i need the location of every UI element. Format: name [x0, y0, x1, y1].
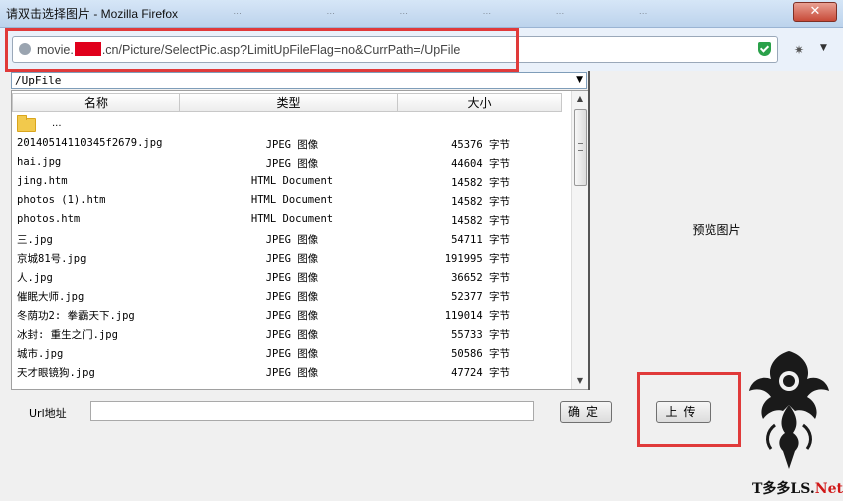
file-row[interactable]: 天才眼镜狗.jpg JPEG 图像 47724 字节: [12, 362, 574, 381]
file-type: HTML Document: [250, 175, 334, 187]
file-size: 45376 字节: [451, 139, 510, 151]
watermark-text-mid: 多多LS.: [762, 481, 815, 497]
file-type: JPEG 图像: [265, 272, 319, 284]
file-name: hai.jpg: [17, 156, 62, 168]
file-type: JPEG 图像: [265, 253, 319, 265]
folder-icon: [17, 115, 36, 132]
path-select-value: /UpFile: [15, 74, 62, 87]
file-size: 55733 字节: [451, 329, 510, 341]
file-type: JPEG 图像: [265, 367, 319, 379]
file-name: 催眠大师.jpg: [17, 291, 85, 303]
file-type: JPEG 图像: [265, 158, 319, 170]
background-tab[interactable]: …: [326, 6, 386, 18]
column-header-type[interactable]: 类型: [179, 93, 398, 112]
background-tabs: … … … … … … …: [160, 6, 750, 20]
globe-icon: [19, 43, 31, 55]
parent-folder-label: ...: [52, 118, 62, 129]
url-address-label: Url地址: [29, 407, 67, 420]
file-size: 119014 字节: [444, 310, 510, 322]
file-name: 20140514110345f2679.jpg: [17, 137, 163, 149]
url-suffix: .cn/Picture/SelectPic.asp?LimitUpFileFla…: [101, 43, 461, 57]
file-type: JPEG 图像: [265, 234, 319, 246]
file-type: JPEG 图像: [265, 139, 319, 151]
file-list-header: 名称 类型 大小: [12, 93, 574, 112]
file-row[interactable]: jing.htm HTML Document 14582 字节: [12, 172, 574, 191]
file-type: JPEG 图像: [265, 310, 319, 322]
file-row[interactable]: 催眠大师.jpg JPEG 图像 52377 字节: [12, 286, 574, 305]
file-row[interactable]: hai.jpg JPEG 图像 44604 字节: [12, 153, 574, 172]
url-prefix: movie.: [37, 43, 74, 57]
chevron-down-icon[interactable]: ▼: [820, 43, 827, 53]
file-type: JPEG 图像: [265, 329, 319, 341]
column-header-size[interactable]: 大小: [397, 93, 562, 112]
redacted-domain: [74, 42, 101, 56]
preview-pane: 预览图片: [588, 71, 843, 390]
background-tab[interactable]: …: [639, 6, 699, 18]
watermark-text: T多多LS.Net: [752, 478, 843, 498]
file-row[interactable]: 三.jpg JPEG 图像 54711 字节: [12, 229, 574, 248]
background-tab[interactable]: …: [399, 6, 469, 18]
file-name: 冬荫功2: 拳霸天下.jpg: [17, 310, 135, 322]
file-size: 14582 字节: [451, 177, 510, 189]
window-titlebar: 请双击选择图片 - Mozilla Firefox … … … … … … … …: [0, 0, 843, 28]
preview-label: 预览图片: [692, 223, 741, 237]
window-close-button[interactable]: ✕: [793, 2, 837, 22]
shield-icon[interactable]: [758, 42, 771, 56]
file-type: JPEG 图像: [265, 348, 319, 360]
background-tab[interactable]: …: [233, 6, 313, 18]
file-name: 人.jpg: [17, 272, 53, 284]
file-name: jing.htm: [17, 175, 68, 187]
file-size: 36652 字节: [451, 272, 510, 284]
addon-icon[interactable]: ✷: [794, 43, 804, 57]
file-list: 名称 类型 大小 ... 20140514110345f2679.jpg JPEG…: [11, 90, 589, 390]
column-header-name[interactable]: 名称: [12, 93, 180, 112]
path-select[interactable]: /UpFile ▼: [11, 72, 587, 89]
scroll-up-icon[interactable]: ▲: [572, 91, 588, 107]
parent-folder-row[interactable]: ...: [12, 115, 574, 134]
background-tab[interactable]: …: [555, 6, 625, 18]
file-row[interactable]: photos.htm HTML Document 14582 字节: [12, 210, 574, 229]
file-row[interactable]: 冬荫功2: 拳霸天下.jpg JPEG 图像 119014 字节: [12, 305, 574, 324]
file-size: 50586 字节: [451, 348, 510, 360]
file-size: 191995 字节: [444, 253, 510, 265]
file-name: 冰封: 重生之门.jpg: [17, 329, 118, 341]
file-row[interactable]: 20140514110345f2679.jpg JPEG 图像 45376 字节: [12, 134, 574, 153]
file-size: 44604 字节: [451, 158, 510, 170]
url-address-input[interactable]: [90, 401, 534, 421]
file-name: 三.jpg: [17, 234, 53, 246]
dropdown-arrow-icon[interactable]: ▼: [576, 75, 583, 85]
scrollbar-thumb[interactable]: [574, 109, 587, 186]
file-name: photos (1).htm: [17, 194, 106, 206]
window-title: 请双击选择图片 - Mozilla Firefox: [6, 7, 179, 21]
background-tab[interactable]: …: [160, 6, 220, 18]
watermark-text-red: Net: [814, 481, 843, 497]
background-tab[interactable]: …: [482, 6, 542, 18]
file-row[interactable]: 京城81号.jpg JPEG 图像 191995 字节: [12, 248, 574, 267]
vertical-scrollbar[interactable]: ▲ ▼: [571, 91, 588, 389]
file-row[interactable]: photos (1).htm HTML Document 14582 字节: [12, 191, 574, 210]
file-type: JPEG 图像: [265, 291, 319, 303]
dragon-emblem-icon: [749, 351, 829, 469]
file-size: 14582 字节: [451, 196, 510, 208]
file-row[interactable]: 城市.jpg JPEG 图像 50586 字节: [12, 343, 574, 362]
file-type: HTML Document: [250, 213, 334, 225]
upload-button[interactable]: 上传: [656, 401, 711, 423]
file-row[interactable]: 人.jpg JPEG 图像 36652 字节: [12, 267, 574, 286]
file-size: 14582 字节: [451, 215, 510, 227]
url-text: movie. .cn/Picture/SelectPic.asp?LimitUpF…: [37, 42, 460, 57]
file-size: 54711 字节: [451, 234, 510, 246]
file-rows: ... 20140514110345f2679.jpg JPEG 图像 45376 …: [12, 115, 574, 381]
file-name: 天才眼镜狗.jpg: [17, 367, 95, 379]
watermark-text-black: T: [752, 481, 763, 497]
file-row[interactable]: 冰封: 重生之门.jpg JPEG 图像 55733 字节: [12, 324, 574, 343]
confirm-button[interactable]: 确定: [560, 401, 612, 423]
file-name: photos.htm: [17, 213, 81, 225]
file-name: 城市.jpg: [17, 348, 64, 360]
url-bar[interactable]: movie. .cn/Picture/SelectPic.asp?LimitUpF…: [12, 36, 778, 63]
file-name: 京城81号.jpg: [17, 253, 87, 265]
file-size: 47724 字节: [451, 367, 510, 379]
file-size: 52377 字节: [451, 291, 510, 303]
file-type: HTML Document: [250, 194, 334, 206]
scroll-down-icon[interactable]: ▼: [572, 373, 588, 389]
